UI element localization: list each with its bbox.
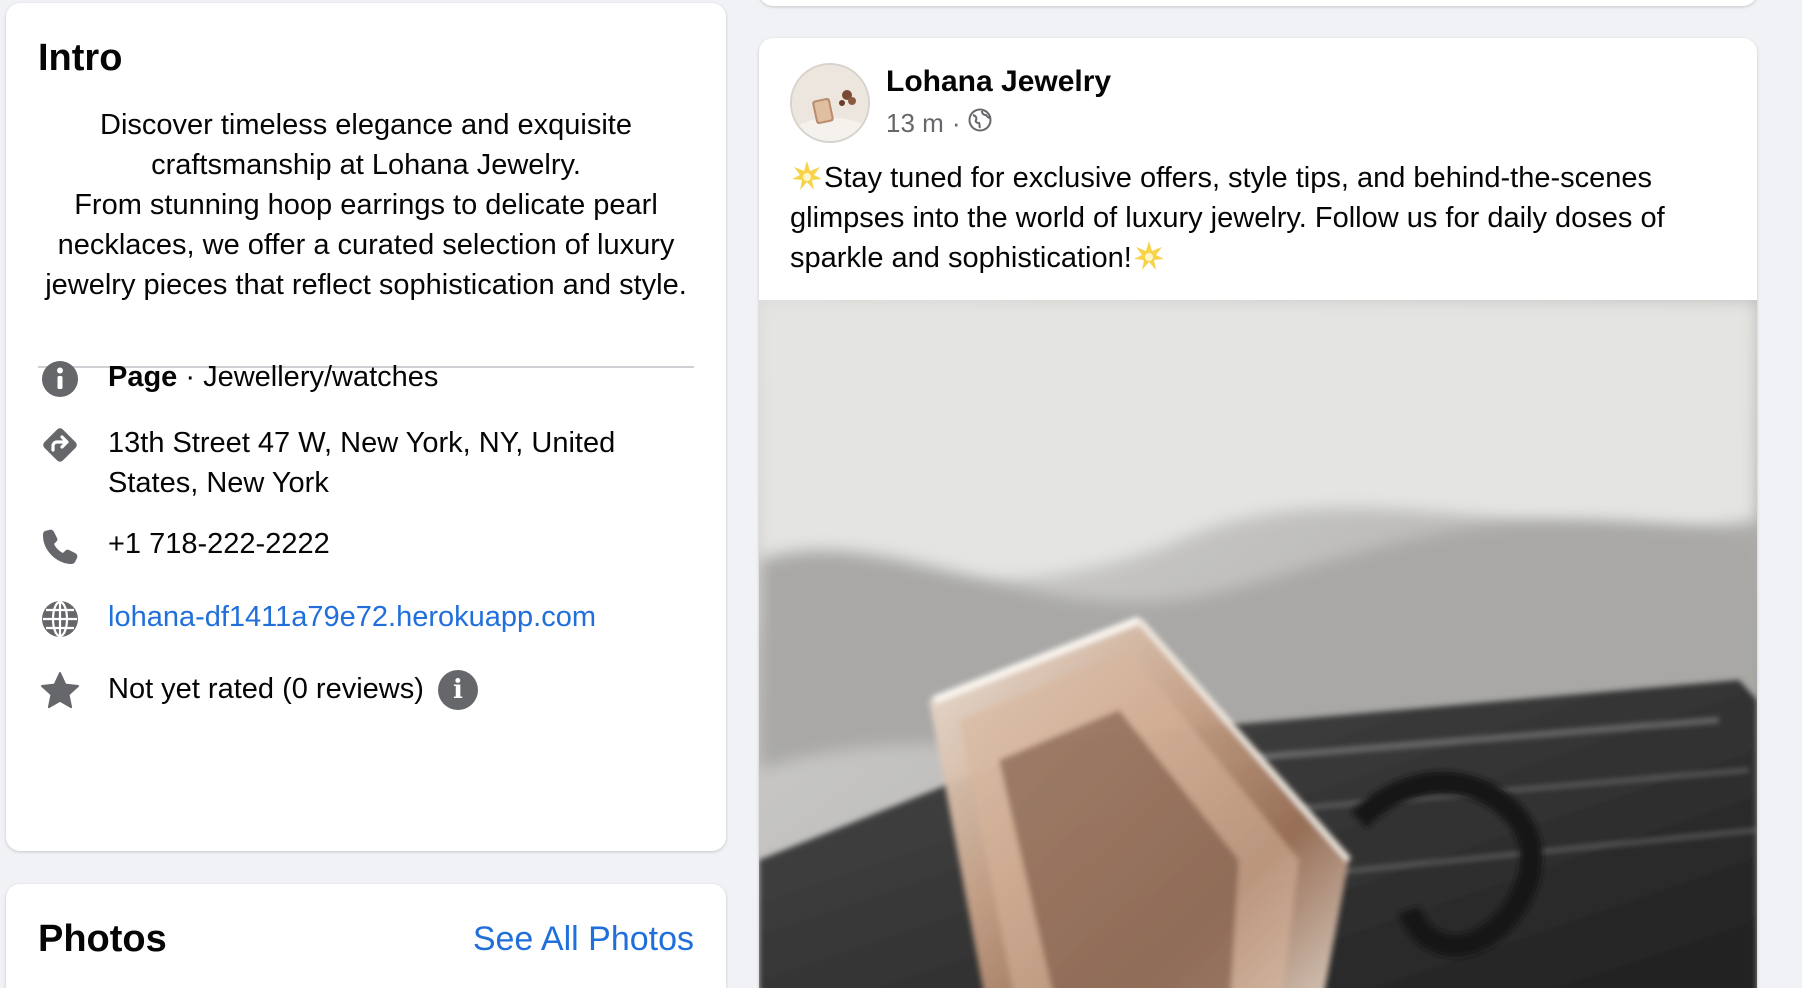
rating-text: Not yet rated (0 reviews) (108, 673, 424, 705)
info-row-category: Page · Jewellery/watches (38, 357, 688, 401)
globe-icon (968, 108, 992, 139)
phone-icon (38, 524, 82, 568)
post-time[interactable]: 13 m (886, 108, 944, 139)
phone-text: +1 718-222-2222 (108, 528, 330, 560)
post-card: Lohana Jewelry 13 m · Stay tuned for exc… (759, 38, 1757, 988)
post-text: Stay tuned for exclusive offers, style t… (790, 158, 1730, 278)
sparkle-icon (792, 161, 822, 190)
page-category: · Jewellery/watches (177, 361, 439, 393)
see-all-photos-link[interactable]: See All Photos (473, 920, 694, 959)
info-row-phone[interactable]: +1 718-222-2222 (38, 524, 688, 568)
info-row-website[interactable]: lohana-df1411a79e72.herokuapp.com (38, 597, 688, 641)
directions-icon (38, 423, 82, 467)
intro-bio: Discover timeless elegance and exquisite… (45, 109, 687, 301)
rating-info-icon[interactable]: i (437, 670, 478, 711)
previous-card (759, 0, 1757, 6)
sparkle-icon (1133, 241, 1164, 270)
page-label: Page (108, 361, 178, 393)
website-link[interactable]: lohana-df1411a79e72.herokuapp.com (108, 597, 688, 637)
info-row-address[interactable]: 13th Street 47 W, New York, NY, United S… (38, 423, 688, 503)
address-text: 13th Street 47 W, New York, NY, United S… (108, 427, 616, 499)
avatar[interactable] (790, 63, 870, 143)
post-meta: 13 m · (886, 108, 992, 139)
info-icon (38, 357, 82, 401)
star-icon (38, 669, 82, 713)
globe-icon (38, 597, 82, 641)
post-image[interactable] (759, 300, 1757, 988)
intro-title: Intro (38, 37, 123, 79)
post-author[interactable]: Lohana Jewelry (886, 65, 1111, 99)
intro-card: Intro Discover timeless elegance and exq… (6, 3, 726, 851)
photos-title: Photos (38, 918, 167, 960)
post-body: Stay tuned for exclusive offers, style t… (790, 162, 1665, 274)
photos-card: Photos See All Photos (6, 884, 726, 988)
meta-separator: · (951, 108, 961, 138)
info-row-rating: Not yet rated (0 reviews) i (38, 669, 688, 713)
